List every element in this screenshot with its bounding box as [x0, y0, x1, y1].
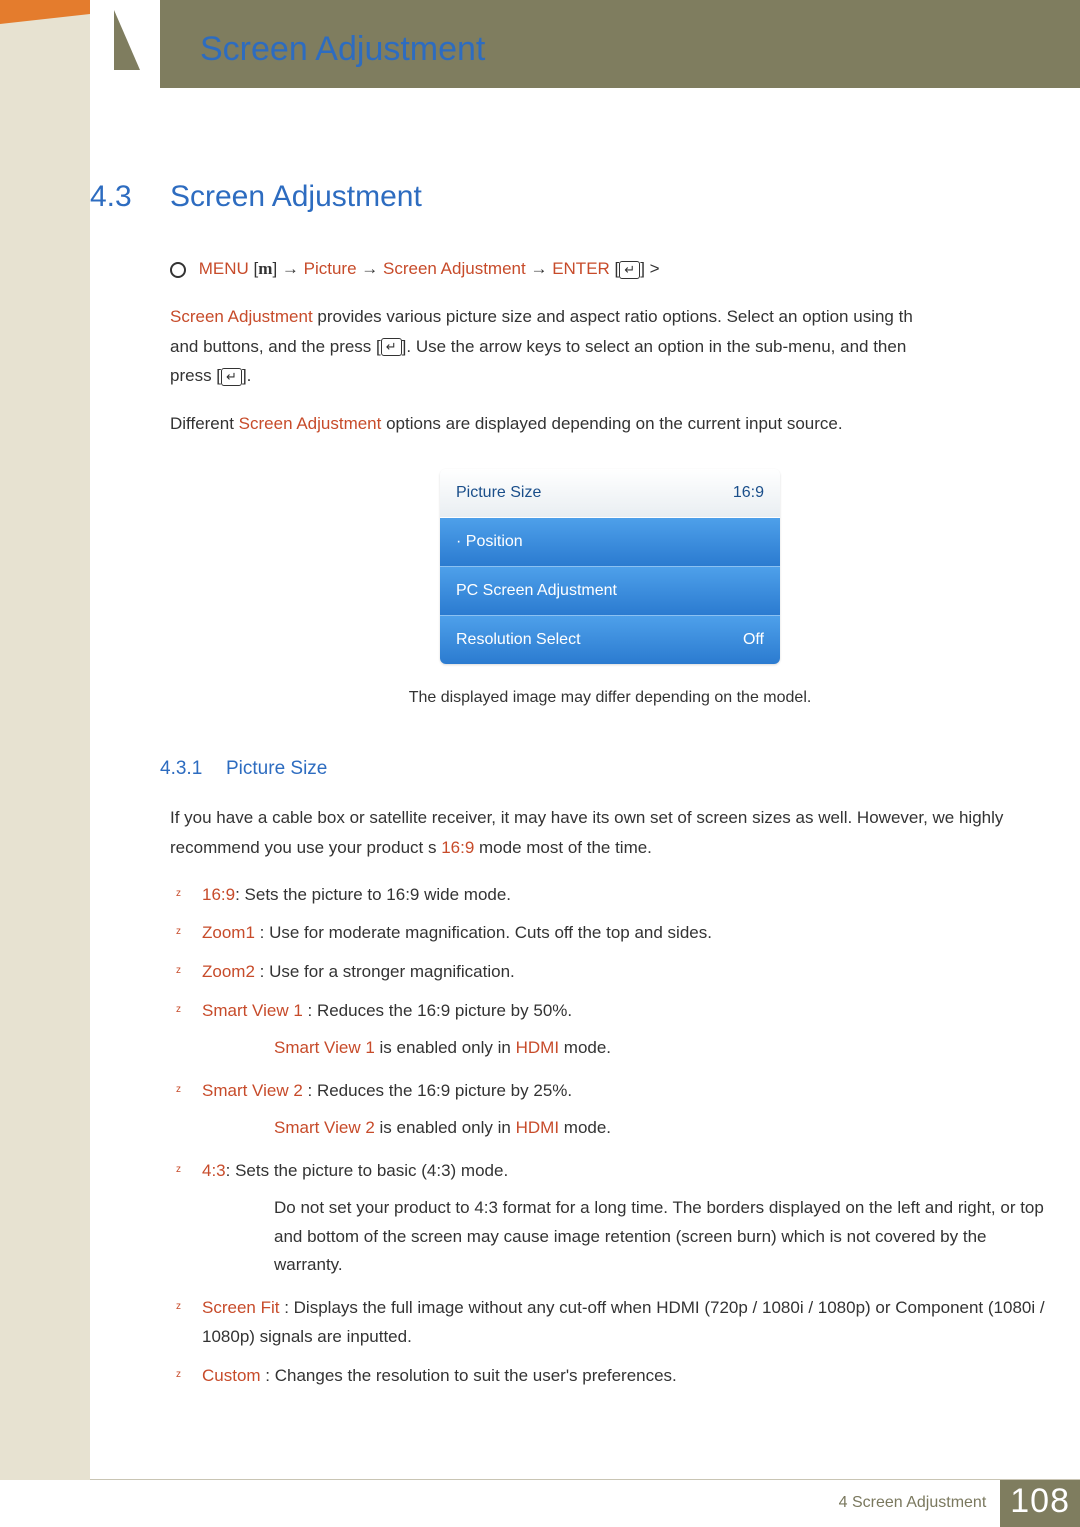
inline-term: Screen Adjustment: [170, 307, 313, 326]
nav-picture: Picture: [304, 259, 357, 278]
osd-label: Picture Size: [456, 479, 541, 507]
text: is enabled only in: [375, 1038, 516, 1057]
list-item: Custom : Changes the resolution to suit …: [170, 1362, 1050, 1391]
section-title: Screen Adjustment: [170, 180, 422, 214]
nav-gt: >: [650, 259, 660, 278]
subsection-intro: If you have a cable box or satellite rec…: [170, 803, 1050, 863]
orange-corner: [0, 0, 90, 14]
option-desc: : Displays the full image without any cu…: [202, 1298, 1045, 1346]
note-term: HDMI: [516, 1038, 559, 1057]
enter-icon: ↵: [381, 338, 402, 356]
note-term: Smart View 2: [274, 1118, 375, 1137]
text: Different: [170, 414, 239, 433]
osd-label: Resolution Select: [456, 626, 581, 654]
inline-term: Screen Adjustment: [239, 414, 382, 433]
option-desc: : Reduces the 16:9 picture by 25%.: [303, 1081, 572, 1100]
option-name: 4:3: [202, 1161, 226, 1180]
text: mode most of the time.: [474, 838, 652, 857]
inline-term: 16:9: [441, 838, 474, 857]
option-name: Smart View 2: [202, 1081, 303, 1100]
list-item: Smart View 1 : Reduces the 16:9 picture …: [170, 997, 1050, 1063]
text: ].: [242, 366, 251, 385]
option-name: Zoom1: [202, 923, 255, 942]
subsection-header: 4.3.1 Picture Size: [160, 752, 1050, 785]
footer: 4 Screen Adjustment 108: [90, 1479, 1080, 1527]
section-header: 4.3 Screen Adjustment: [90, 180, 1050, 214]
osd-row-position[interactable]: · Position: [440, 518, 780, 567]
nav-bracket: ]: [640, 259, 649, 278]
paragraph-2: Different Screen Adjustment options are …: [170, 409, 1050, 439]
arrow-icon: →: [530, 259, 547, 278]
option-name: Smart View 1: [202, 1001, 303, 1020]
section-number: 4.3: [90, 180, 170, 214]
footer-chapter-ref: 4 Screen Adjustment: [839, 1480, 1001, 1527]
osd-caption: The displayed image may differ depending…: [170, 684, 1050, 712]
footer-page-number: 108: [1000, 1480, 1080, 1527]
osd-label: · Position: [456, 528, 523, 556]
osd-value: Off: [743, 626, 764, 654]
subsection-number: 4.3.1: [160, 752, 226, 785]
left-sidebar: [0, 0, 90, 1480]
page-title: Screen Adjustment: [200, 30, 485, 69]
enter-icon: ↵: [221, 368, 242, 386]
option-desc: : Changes the resolution to suit the use…: [261, 1366, 677, 1385]
option-name: Zoom2: [202, 962, 255, 981]
subsection-title: Picture Size: [226, 752, 327, 785]
note-term: HDMI: [516, 1118, 559, 1137]
list-item: Screen Fit : Displays the full image wit…: [170, 1294, 1050, 1352]
list-item: 4:3: Sets the picture to basic (4:3) mod…: [170, 1157, 1050, 1281]
content-area: 4.3 Screen Adjustment MENU [m] → Picture…: [90, 180, 1050, 1401]
arrow-icon: →: [361, 259, 378, 278]
text: ]. Use the arrow keys to select an optio…: [402, 337, 907, 356]
list-item: Zoom1 : Use for moderate magnification. …: [170, 919, 1050, 948]
option-name: Custom: [202, 1366, 261, 1385]
osd-row-picture-size[interactable]: Picture Size 16:9: [440, 469, 780, 518]
text: is enabled only in: [375, 1118, 516, 1137]
osd-value: 16:9: [733, 479, 764, 507]
text: options are displayed depending on the c…: [381, 414, 842, 433]
osd-menu: Picture Size 16:9 · Position PC Screen A…: [440, 469, 780, 664]
text: and buttons, and the press [: [170, 337, 381, 356]
note: Smart View 2 is enabled only in HDMI mod…: [274, 1114, 1050, 1143]
text: mode.: [559, 1118, 611, 1137]
note-term: Smart View 1: [274, 1038, 375, 1057]
nav-enter-label: ENTER: [552, 259, 610, 278]
option-desc: : Use for a stronger magnification.: [255, 962, 515, 981]
text: provides various picture size and aspect…: [313, 307, 913, 326]
nav-screen-adj: Screen Adjustment: [383, 259, 526, 278]
option-desc: : Sets the picture to basic (4:3) mode.: [226, 1161, 509, 1180]
list-item: Smart View 2 : Reduces the 16:9 picture …: [170, 1077, 1050, 1143]
osd-row-resolution[interactable]: Resolution Select Off: [440, 616, 780, 664]
nav-bracket-close: ]: [272, 259, 281, 278]
option-desc: : Use for moderate magnification. Cuts o…: [255, 923, 712, 942]
note: Smart View 1 is enabled only in HDMI mod…: [274, 1034, 1050, 1063]
option-desc: : Reduces the 16:9 picture by 50%.: [303, 1001, 572, 1020]
arrow-icon: →: [282, 259, 299, 278]
chapter-triangle: [114, 10, 140, 70]
osd-label: PC Screen Adjustment: [456, 577, 617, 605]
list-item: 16:9: Sets the picture to 16:9 wide mode…: [170, 881, 1050, 910]
text: mode.: [559, 1038, 611, 1057]
note: Do not set your product to 4:3 format fo…: [274, 1194, 1050, 1281]
menu-icon: m: [258, 259, 272, 278]
option-name: 16:9: [202, 885, 235, 904]
option-desc: : Sets the picture to 16:9 wide mode.: [235, 885, 511, 904]
option-name: Screen Fit: [202, 1298, 279, 1317]
osd-row-pc-screen[interactable]: PC Screen Adjustment: [440, 567, 780, 616]
navigation-path: MENU [m] → Picture → Screen Adjustment →…: [170, 254, 1050, 284]
list-item: Zoom2 : Use for a stronger magnification…: [170, 958, 1050, 987]
text: press [: [170, 366, 221, 385]
paragraph-1: Screen Adjustment provides various pictu…: [170, 302, 1050, 391]
nav-menu-label: MENU: [199, 259, 249, 278]
enter-icon: ↵: [619, 261, 640, 279]
options-list: 16:9: Sets the picture to 16:9 wide mode…: [170, 881, 1050, 1391]
bullet-circle-icon: [170, 262, 186, 278]
